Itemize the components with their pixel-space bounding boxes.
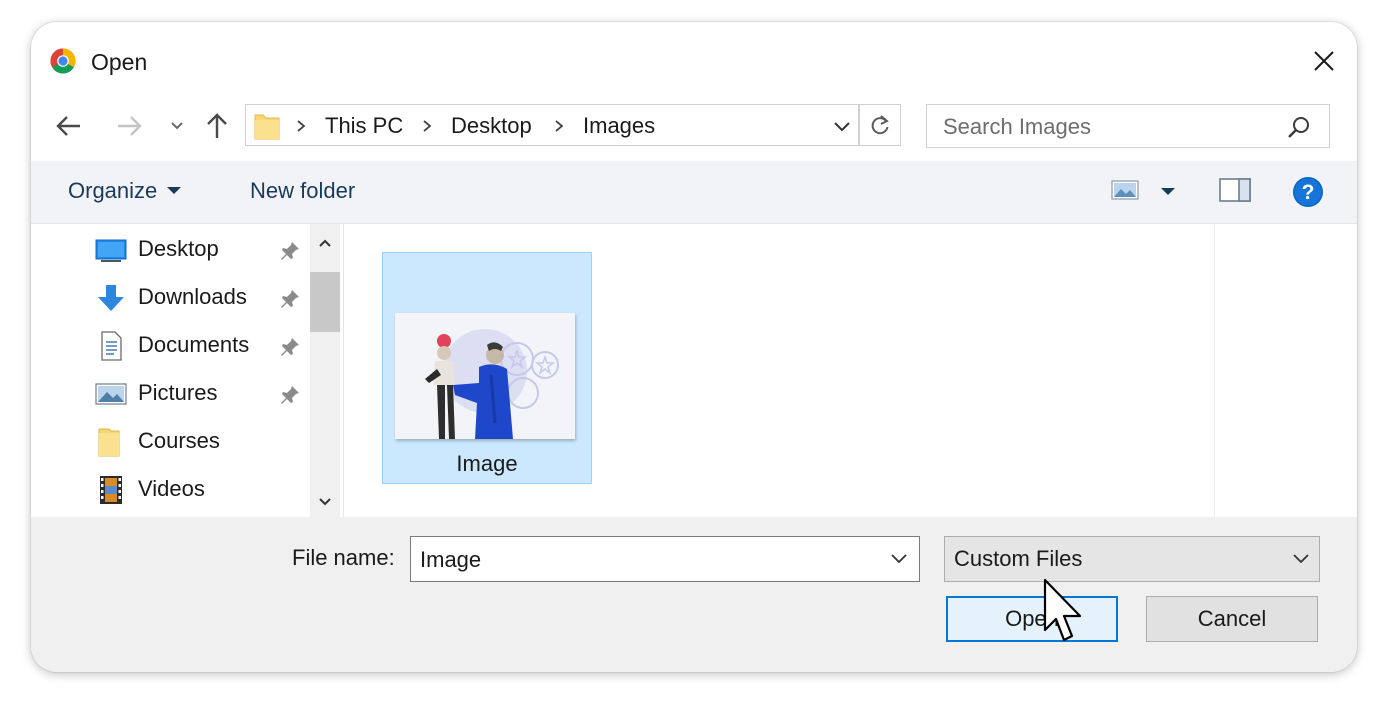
up-button[interactable]: [199, 108, 235, 144]
file-name-input[interactable]: [411, 537, 882, 583]
sidebar-item-label: Downloads: [138, 284, 247, 309]
sidebar-item-label: Courses: [138, 428, 220, 453]
search-icon[interactable]: [1287, 115, 1311, 139]
sidebar-item-desktop[interactable]: Desktop: [91, 229, 311, 269]
window-title: Open: [91, 49, 148, 75]
arrow-left-icon: [56, 116, 80, 136]
file-type-select[interactable]: Custom Files: [944, 536, 1320, 582]
scroll-down-button[interactable]: [310, 487, 340, 517]
document-icon: [101, 331, 122, 361]
recent-locations-button[interactable]: [159, 108, 195, 144]
chevron-down-icon: [319, 498, 331, 506]
pictures-icon: [95, 383, 127, 405]
chrome-logo-icon: [50, 48, 76, 74]
refresh-button[interactable]: [859, 104, 901, 146]
command-toolbar: Organize New folder: [31, 161, 1357, 224]
file-type-value: Custom Files: [954, 546, 1083, 571]
pin-icon[interactable]: [279, 240, 301, 262]
navigation-scrollbar[interactable]: [310, 224, 340, 517]
sidebar-item-videos[interactable]: Videos: [91, 469, 311, 509]
open-file-dialog: Open This PC Desktop Images Search Image…: [31, 22, 1357, 672]
help-icon[interactable]: ?: [1292, 176, 1324, 208]
scroll-up-button[interactable]: [310, 228, 340, 258]
organize-label: Organize: [68, 178, 158, 203]
sidebar-item-documents[interactable]: Documents: [91, 325, 311, 365]
chevron-down-icon[interactable]: [889, 551, 909, 567]
back-button[interactable]: [51, 108, 87, 144]
breadcrumb-images[interactable]: Images: [583, 113, 655, 139]
refresh-icon: [871, 115, 889, 135]
change-view-icon[interactable]: [1111, 178, 1139, 202]
folder-icon: [98, 428, 120, 457]
file-name-label: Image: [456, 451, 518, 476]
file-item-image[interactable]: Image: [382, 252, 592, 484]
column-divider: [1214, 224, 1215, 517]
breadcrumb-desktop[interactable]: Desktop: [451, 113, 532, 139]
file-name-combobox[interactable]: [410, 536, 920, 583]
sidebar-item-downloads[interactable]: Downloads: [91, 277, 311, 317]
scroll-thumb[interactable]: [310, 272, 340, 332]
arrow-right-icon: [118, 116, 142, 136]
view-options-caret-icon[interactable]: [1161, 188, 1175, 195]
sidebar-item-label: Pictures: [138, 380, 218, 405]
svg-text:?: ?: [1302, 181, 1315, 204]
forward-button[interactable]: [111, 108, 147, 144]
breadcrumb-this-pc[interactable]: This PC: [325, 113, 403, 139]
sidebar-item-label: Desktop: [138, 236, 219, 261]
sidebar-item-label: Videos: [138, 476, 205, 501]
arrow-up-icon: [207, 113, 227, 138]
desktop-icon: [95, 239, 127, 262]
sidebar-item-pictures[interactable]: Pictures: [91, 373, 311, 413]
pin-icon[interactable]: [279, 336, 301, 358]
chevron-down-icon[interactable]: [831, 115, 853, 137]
chevron-down-icon: [1293, 554, 1309, 564]
folder-icon: [254, 114, 280, 140]
chevron-right-icon: [423, 120, 432, 132]
download-arrow-icon: [98, 285, 124, 311]
pin-icon[interactable]: [279, 384, 301, 406]
open-button[interactable]: Open: [946, 596, 1118, 642]
sidebar-item-label: Documents: [138, 332, 250, 357]
chevron-down-icon: [171, 122, 183, 130]
address-bar[interactable]: This PC Desktop Images: [245, 104, 859, 146]
dialog-footer: File name: Custom Files Open Cancel: [31, 517, 1357, 672]
chevron-right-icon: [555, 120, 564, 132]
chevron-right-icon: [297, 120, 306, 132]
image-thumbnail: [395, 313, 575, 439]
preview-pane-icon[interactable]: [1219, 177, 1251, 203]
thumbnail-picture-icon: [395, 313, 575, 439]
pin-icon[interactable]: [279, 288, 301, 310]
new-folder-button[interactable]: New folder: [250, 177, 355, 205]
search-box[interactable]: [926, 104, 1330, 149]
organize-button[interactable]: Organize: [68, 177, 182, 205]
file-name-field-label: File name:: [292, 545, 395, 570]
navigation-pane: Desktop Downloads Documents Pictures Cou…: [31, 224, 343, 517]
sidebar-item-courses[interactable]: Courses: [91, 421, 311, 461]
search-input[interactable]: [927, 105, 1295, 149]
caret-down-icon: [167, 186, 182, 194]
close-icon[interactable]: [1307, 44, 1341, 78]
chevron-up-icon: [319, 239, 331, 247]
film-icon: [100, 476, 122, 504]
cancel-button[interactable]: Cancel: [1146, 596, 1318, 642]
